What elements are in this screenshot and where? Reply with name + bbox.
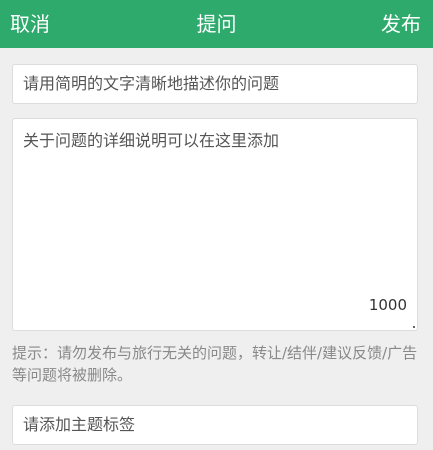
cancel-button[interactable]: 取消 — [10, 0, 50, 48]
question-title-input[interactable] — [13, 65, 417, 103]
page-title: 提问 — [196, 12, 237, 36]
question-description-input[interactable] — [13, 119, 417, 289]
posting-tip: 提示：请勿发布与旅行无关的问题，转让/结伴/建议反馈/广告等问题将被删除。 — [12, 344, 418, 384]
resize-handle — [413, 326, 415, 328]
topic-tag-input[interactable] — [13, 406, 417, 444]
publish-button[interactable]: 发布 — [381, 0, 421, 48]
top-bar: 取消 提问 发布 — [0, 0, 433, 48]
topic-tag-field — [12, 405, 418, 445]
question-title-field — [12, 64, 418, 104]
question-description-field: 1000 — [12, 118, 418, 331]
char-counter: 1000 — [368, 296, 407, 314]
